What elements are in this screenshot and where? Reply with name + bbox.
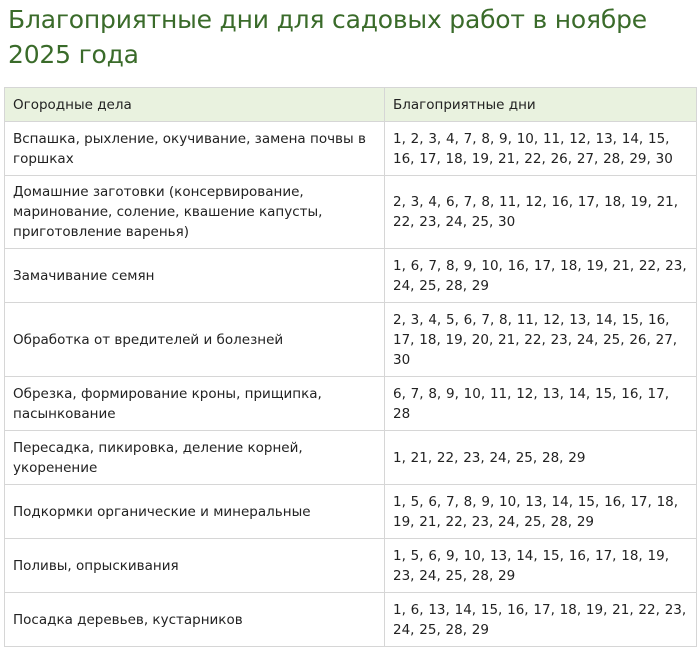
days-cell: 1, 6, 13, 14, 15, 16, 17, 18, 19, 21, 22… <box>384 592 697 647</box>
table-row: Пересадка, пикировка, деление корней, ук… <box>4 430 697 485</box>
days-cell: 1, 5, 6, 9, 10, 13, 14, 15, 16, 17, 18, … <box>384 538 697 593</box>
days-cell: 1, 2, 3, 4, 7, 8, 9, 10, 11, 12, 13, 14,… <box>384 121 697 176</box>
table-row: Вспашка, рыхление, окучивание, замена по… <box>4 121 697 176</box>
task-cell: Посадка деревьев, кустарников <box>4 592 385 647</box>
task-cell: Поливы, опрыскивания <box>4 538 385 593</box>
task-cell: Обработка от вредителей и болезней <box>4 302 385 377</box>
table-row: Замачивание семян 1, 6, 7, 8, 9, 10, 16,… <box>4 248 697 303</box>
days-cell: 2, 3, 4, 6, 7, 8, 11, 12, 16, 17, 18, 19… <box>384 175 697 249</box>
table-row: Посадка деревьев, кустарников 1, 6, 13, … <box>4 592 697 647</box>
table-row: Подкормки органические и минеральные 1, … <box>4 484 697 539</box>
days-cell: 1, 6, 7, 8, 9, 10, 16, 17, 18, 19, 21, 2… <box>384 248 697 303</box>
days-cell: 1, 21, 22, 23, 24, 25, 28, 29 <box>384 430 697 485</box>
column-header-days: Благоприятные дни <box>384 87 697 122</box>
table-row: Домашние заготовки (консервирование, мар… <box>4 175 697 249</box>
task-cell: Обрезка, формирование кроны, прищипка, п… <box>4 376 385 431</box>
days-cell: 2, 3, 4, 5, 6, 7, 8, 11, 12, 13, 14, 15,… <box>384 302 697 377</box>
page-title: Благоприятные дни для садовых работ в но… <box>8 5 647 69</box>
table-row: Поливы, опрыскивания 1, 5, 6, 9, 10, 13,… <box>4 538 697 593</box>
table-row: Обработка от вредителей и болезней 2, 3,… <box>4 302 697 377</box>
days-cell: 1, 5, 6, 7, 8, 9, 10, 13, 14, 15, 16, 17… <box>384 484 697 539</box>
task-cell: Вспашка, рыхление, окучивание, замена по… <box>4 121 385 176</box>
days-cell: 6, 7, 8, 9, 10, 11, 12, 13, 14, 15, 16, … <box>384 376 697 431</box>
table-row: Обрезка, формирование кроны, прищипка, п… <box>4 376 697 431</box>
column-header-tasks: Огородные дела <box>4 87 385 122</box>
task-cell: Домашние заготовки (консервирование, мар… <box>4 175 385 249</box>
task-cell: Замачивание семян <box>4 248 385 303</box>
task-cell: Подкормки органические и минеральные <box>4 484 385 539</box>
favorable-days-table: Огородные дела Благоприятные дни Вспашка… <box>4 87 697 647</box>
task-cell: Пересадка, пикировка, деление корней, ук… <box>4 430 385 485</box>
table-header-row: Огородные дела Благоприятные дни <box>4 87 697 122</box>
